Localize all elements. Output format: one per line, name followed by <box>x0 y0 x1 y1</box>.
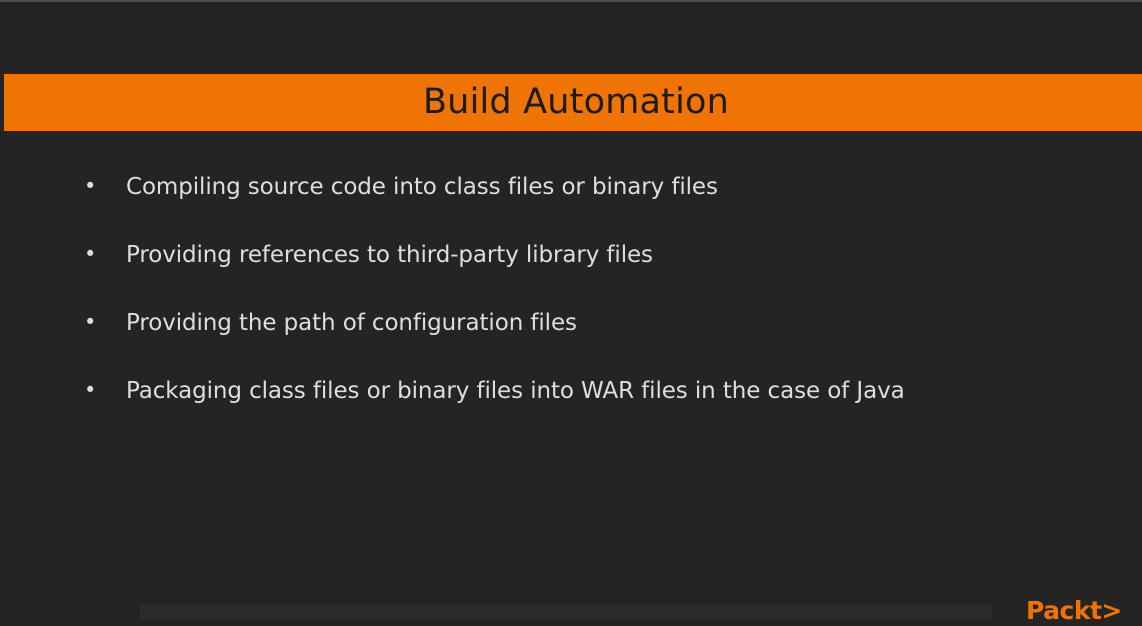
title-banner: Build Automation <box>4 74 1142 131</box>
bullet-text: Providing the path of configuration file… <box>126 310 577 336</box>
bullet-text: Compiling source code into class files o… <box>126 174 718 200</box>
slide-canvas: Build Automation • Compiling source code… <box>4 2 1142 620</box>
video-progress-track[interactable] <box>140 604 992 620</box>
list-item: • Providing references to third-party li… <box>4 234 1142 302</box>
bullet-text: Packaging class files or binary files in… <box>126 378 905 404</box>
bullet-text: Providing references to third-party libr… <box>126 242 653 268</box>
slide-title: Build Automation <box>422 82 730 122</box>
list-item: • Packaging class files or binary files … <box>4 370 1142 438</box>
bullet-icon: • <box>84 310 97 334</box>
list-item: • Providing the path of configuration fi… <box>4 302 1142 370</box>
bullet-icon: • <box>84 378 97 402</box>
bullet-icon: • <box>84 174 97 198</box>
list-item: • Compiling source code into class files… <box>4 166 1142 234</box>
bullet-list: • Compiling source code into class files… <box>4 166 1142 438</box>
packt-logo: Packt> <box>1026 596 1122 625</box>
bullet-icon: • <box>84 242 97 266</box>
